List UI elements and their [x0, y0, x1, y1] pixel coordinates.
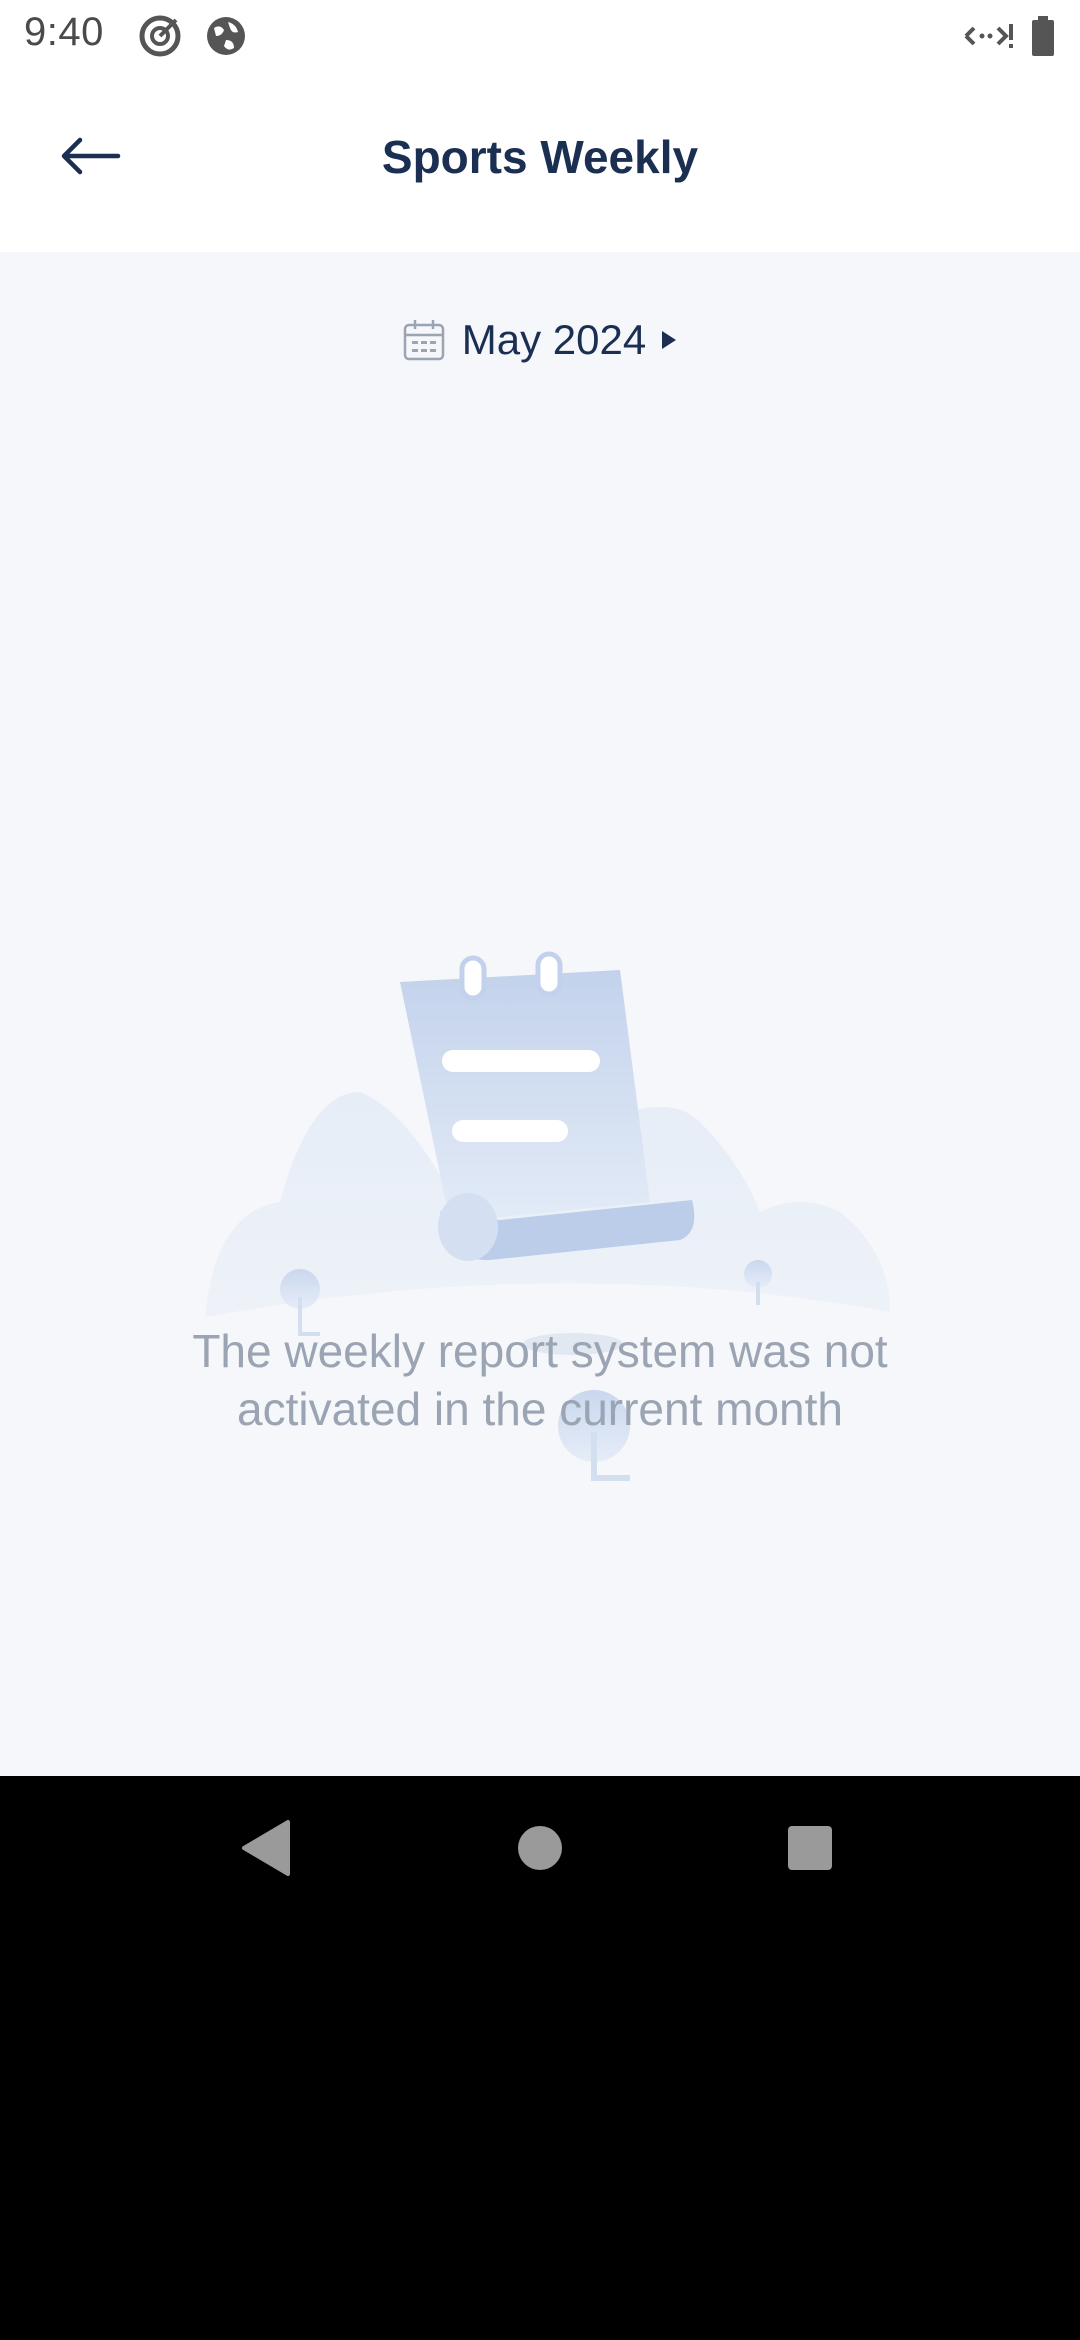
empty-state-message: The weekly report system was not activat… [192, 1325, 888, 1435]
status-bar: 9:40 [0, 0, 1080, 72]
target-icon [139, 15, 181, 57]
status-time: 9:40 [24, 10, 104, 54]
calendar-icon [403, 320, 445, 361]
system-nav-bar [0, 1776, 1080, 1920]
screen: 9:40 Sports Weekly May 2024 The weekly r… [0, 0, 1080, 2340]
triangle-right-icon [662, 331, 677, 349]
globe-icon [207, 17, 245, 55]
battery-icon [1032, 16, 1054, 56]
recents-nav-icon[interactable] [778, 1816, 842, 1880]
main-content: May 2024 The weekly report system was no… [0, 252, 1080, 1776]
month-selector[interactable]: May 2024 [0, 310, 1080, 370]
home-nav-icon[interactable] [508, 1816, 572, 1880]
month-label: May 2024 [461, 316, 647, 363]
header: Sports Weekly [0, 72, 1080, 252]
back-nav-icon[interactable] [236, 1816, 300, 1880]
page-title: Sports Weekly [381, 131, 699, 183]
data-transfer-icon [964, 24, 1013, 48]
